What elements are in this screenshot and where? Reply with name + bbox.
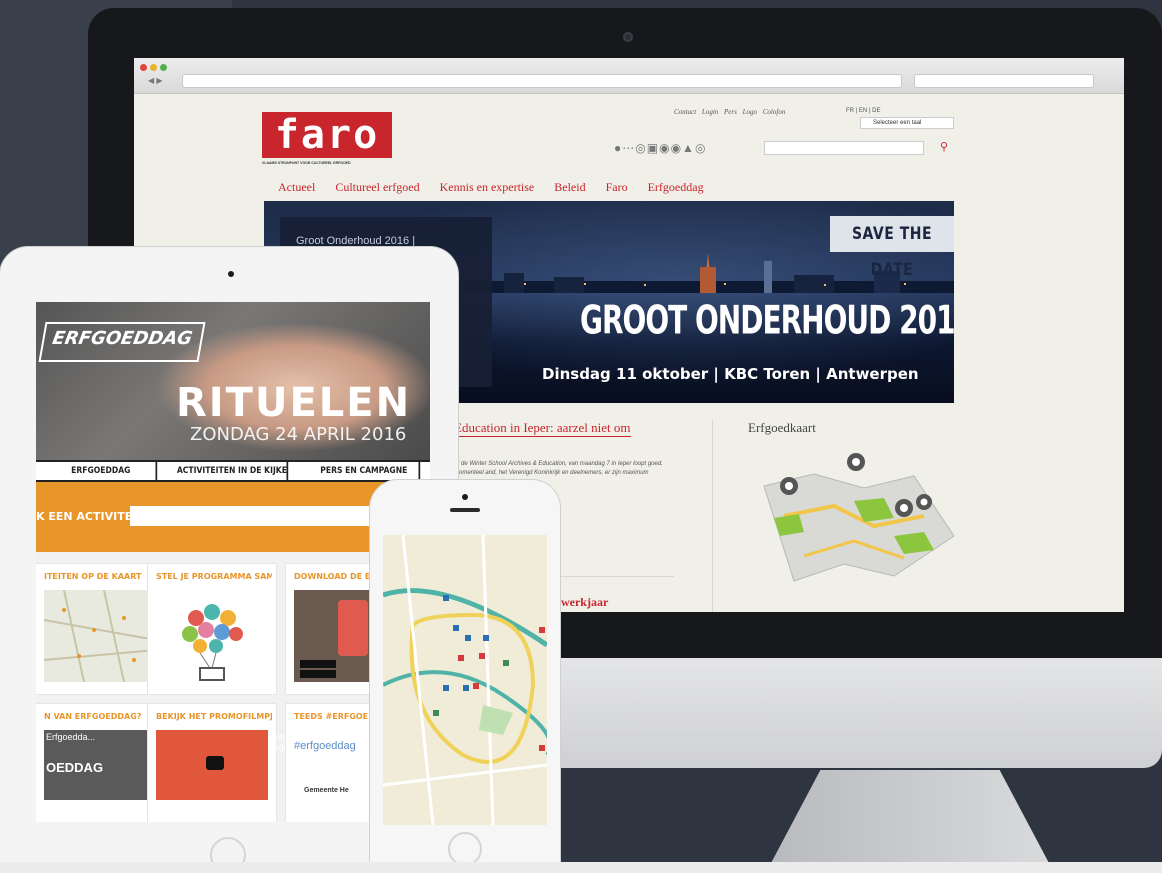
social-icon-8[interactable]: ◎ bbox=[695, 141, 706, 155]
language-select[interactable]: Selecteer een taal bbox=[860, 117, 954, 129]
nav-beleid[interactable]: Beleid bbox=[554, 180, 585, 195]
video-1-title: Erfgoedda... bbox=[46, 732, 96, 742]
tab-erfgoeddag[interactable]: ERFGOEDDAG bbox=[46, 462, 158, 480]
card-label: STEL JE PROGRAMMA SAMEN bbox=[156, 572, 272, 581]
faro-logo[interactable]: faro bbox=[262, 112, 392, 158]
speaker-grille bbox=[450, 508, 480, 512]
imac-stand bbox=[770, 770, 1050, 865]
nav-erfgoeddag[interactable]: Erfgoeddag bbox=[648, 180, 704, 195]
card-video-1[interactable]: N VAN ERFGOEDDAG? Erfgoedda... OEDDAG bbox=[36, 704, 164, 822]
video-1-overlay: OEDDAG bbox=[46, 760, 104, 775]
mini-map-thumbnail bbox=[44, 590, 156, 682]
camera-icon bbox=[462, 494, 468, 500]
close-window-icon[interactable] bbox=[140, 64, 147, 71]
back-forward-icon[interactable]: ◀ ▶ bbox=[148, 76, 163, 85]
city-map[interactable] bbox=[383, 535, 547, 825]
top-link-login[interactable]: Login bbox=[702, 108, 718, 116]
card-promofilm[interactable]: BEKIJK HET PROMOFILMPJE Promotiefilm Erg… bbox=[148, 704, 320, 822]
site-search-input[interactable] bbox=[764, 141, 924, 155]
activity-search-label: K EEN ACTIVITEIT bbox=[36, 510, 144, 523]
banner-title: RITUELEN bbox=[176, 380, 412, 426]
card-label: N VAN ERFGOEDDAG? bbox=[44, 712, 142, 721]
browser-chrome: ◀ ▶ bbox=[134, 58, 1124, 94]
maximize-window-icon[interactable] bbox=[160, 64, 167, 71]
balloons-basket-icon bbox=[182, 604, 243, 681]
language-links[interactable]: FR | EN | DE bbox=[846, 108, 880, 114]
card-map[interactable]: ITEITEN OP DE KAART bbox=[36, 564, 164, 694]
tab-pers[interactable]: PERS EN CAMPAGNE bbox=[309, 462, 421, 480]
camera-icon bbox=[623, 32, 633, 42]
logo-tagline: VLAAMS STEUNPUNT VOOR CULTUREEL ERFGOED bbox=[262, 161, 351, 165]
top-link-pers[interactable]: Pers bbox=[724, 108, 737, 116]
nav-faro[interactable]: Faro bbox=[606, 180, 628, 195]
top-link-contact[interactable]: Contact bbox=[674, 108, 696, 116]
social-icon-7[interactable]: ▲ bbox=[682, 141, 695, 155]
social-icon-6[interactable]: ◉ bbox=[671, 141, 682, 155]
erfgoeddag-banner[interactable]: ERFGOEDDAG RITUELEN ZONDAG 24 APRIL 2016 bbox=[36, 302, 430, 462]
browser-search-field[interactable] bbox=[914, 74, 1094, 88]
map-illustration[interactable] bbox=[744, 446, 959, 596]
top-link-colofon[interactable]: Colofon bbox=[763, 108, 786, 116]
main-nav: Actueel Cultureel erfgoed Kennis en expe… bbox=[278, 180, 704, 195]
social-icon-1[interactable]: ● bbox=[614, 141, 622, 155]
nav-cultureel-erfgoed[interactable]: Cultureel erfgoed bbox=[335, 180, 419, 195]
hero-subtitle: Dinsdag 11 oktober | KBC Toren | Antwerp… bbox=[542, 365, 919, 383]
social-icon-5[interactable]: ◉ bbox=[659, 141, 670, 155]
home-button[interactable] bbox=[448, 832, 482, 866]
tablet-tabs: ERFGOEDDAG ACTIVITEITEN IN DE KIJKER PER… bbox=[36, 460, 430, 482]
card-programma[interactable]: STEL JE PROGRAMMA SAMEN bbox=[148, 564, 276, 694]
search-icon[interactable]: ⚲ bbox=[940, 140, 948, 153]
top-link-logo[interactable]: Logo bbox=[743, 108, 757, 116]
banner-date: ZONDAG 24 APRIL 2016 bbox=[190, 424, 407, 445]
social-icon-2[interactable]: ⋯ bbox=[622, 141, 635, 155]
card-label: BEKIJK HET PROMOFILMPJE bbox=[156, 712, 272, 721]
hashtag-text[interactable]: #erfgoeddag bbox=[294, 740, 356, 752]
save-the-date-badge: SAVE THE DATE bbox=[830, 216, 954, 280]
news-title[interactable]: Education in Ieper: aarzel niet om bbox=[454, 420, 631, 437]
floor-shadow bbox=[0, 862, 1162, 873]
hero-title: GROOT ONDERHOUD 2016 bbox=[580, 297, 954, 344]
card-label: ITEITEN OP DE KAART bbox=[44, 572, 142, 581]
phone-map-screen[interactable] bbox=[383, 535, 547, 825]
sidebar-title: Erfgoedkaart bbox=[748, 420, 816, 435]
play-icon[interactable] bbox=[206, 756, 224, 770]
column-divider bbox=[712, 420, 713, 612]
camera-icon bbox=[228, 271, 234, 277]
news-body: or de Winter School Archives & Education… bbox=[454, 461, 663, 476]
hero-panel-title: Groot Onderhoud 2016 | bbox=[296, 235, 416, 247]
minimize-window-icon[interactable] bbox=[150, 64, 157, 71]
social-icons: ●⋯◎▣◉◉▲◎ bbox=[614, 141, 706, 155]
feed-name: Gemeente He bbox=[304, 787, 349, 794]
iphone-device bbox=[370, 480, 560, 873]
social-icon-4[interactable]: ▣ bbox=[647, 141, 659, 155]
social-icon-3[interactable]: ◎ bbox=[635, 141, 646, 155]
erfgoeddag-logo[interactable]: ERFGOEDDAG bbox=[38, 322, 206, 362]
tab-activiteiten[interactable]: ACTIVITEITEN IN DE KIJKER bbox=[177, 462, 289, 480]
nav-actueel[interactable]: Actueel bbox=[278, 180, 315, 195]
top-links: Contact Login Pers Logo Colofon bbox=[674, 108, 785, 116]
nav-kennis-en-expertise[interactable]: Kennis en expertise bbox=[440, 180, 535, 195]
address-bar[interactable] bbox=[182, 74, 902, 88]
